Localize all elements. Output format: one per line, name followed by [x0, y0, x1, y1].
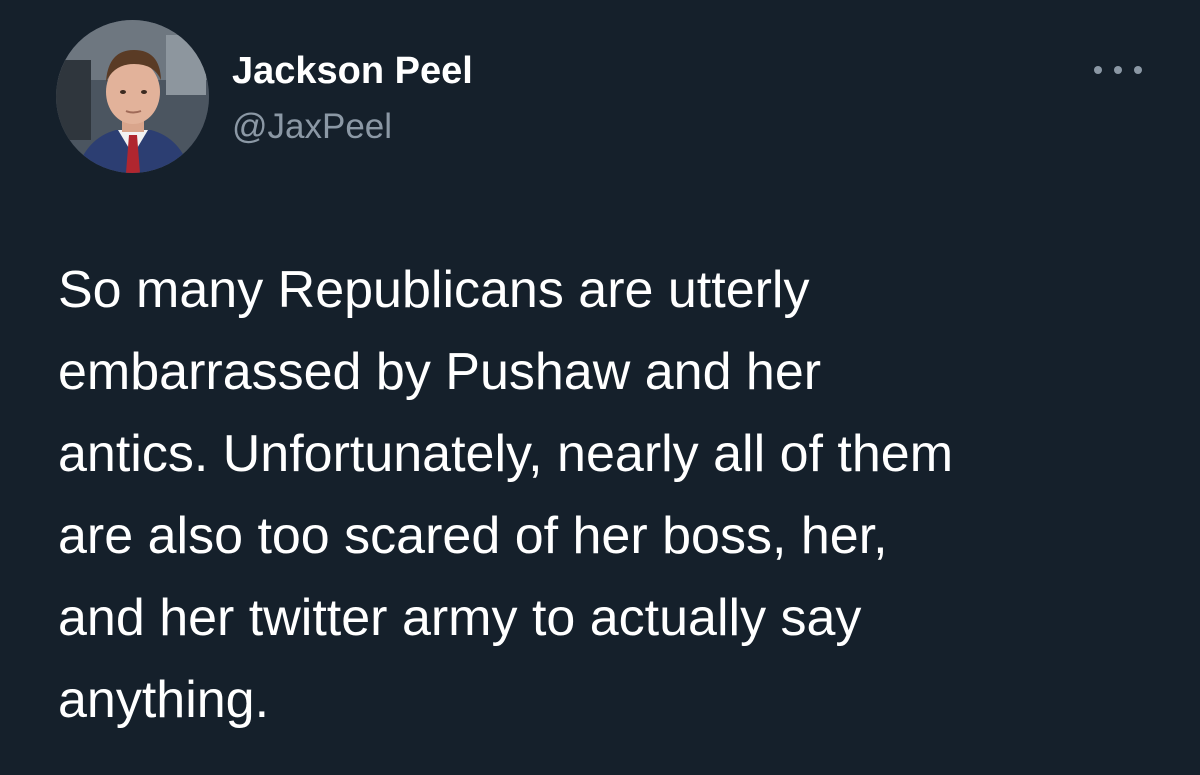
tweet-text: So many Republicans are utterly embarras…	[58, 249, 1168, 741]
more-dot	[1094, 66, 1102, 74]
more-dot	[1134, 66, 1142, 74]
author-name[interactable]: Jackson Peel	[232, 50, 473, 93]
avatar[interactable]	[56, 20, 209, 173]
tweet-text-line: anything.	[58, 671, 270, 729]
tweet-text-line: and her twitter army to actually say	[58, 589, 862, 647]
more-dot	[1114, 66, 1122, 74]
more-horizontal-icon[interactable]	[1094, 56, 1142, 84]
tweet-text-line: embarrassed by Pushaw and her	[58, 343, 822, 401]
tweet-text-line: are also too scared of her boss, her,	[58, 507, 888, 565]
tweet-text-line: antics. Unfortunately, nearly all of the…	[58, 425, 954, 483]
author-handle[interactable]: @JaxPeel	[232, 107, 392, 147]
tweet-text-line: So many Republicans are utterly	[58, 261, 810, 319]
tweet-card: Jackson Peel @JaxPeel So many Republican…	[0, 0, 1200, 775]
